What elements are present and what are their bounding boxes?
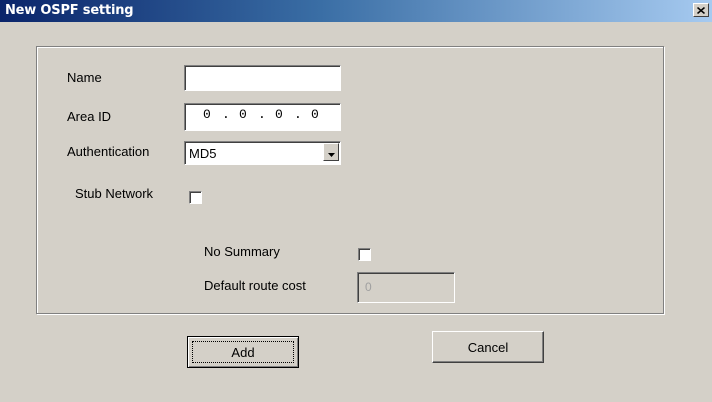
area-id-label: Area ID [67, 109, 112, 124]
area-id-dot: . [294, 107, 302, 122]
area-id-octet-2[interactable]: 0 [239, 107, 247, 122]
close-icon [697, 1, 705, 19]
dialog-window: New OSPF setting Name Area ID 0 . 0 . 0 … [0, 0, 712, 402]
area-id-octet-1[interactable]: 0 [203, 107, 211, 122]
authentication-value: MD5 [189, 146, 217, 161]
default-route-cost-label: Default route cost [204, 278, 306, 293]
authentication-label: Authentication [67, 144, 150, 159]
cancel-button-label: Cancel [467, 339, 509, 355]
area-id-octet-3[interactable]: 0 [275, 107, 283, 122]
default-route-cost-input[interactable]: 0 [357, 272, 455, 303]
area-id-octet-4[interactable]: 0 [311, 107, 319, 122]
name-input[interactable] [184, 65, 341, 91]
stub-network-checkbox[interactable] [189, 191, 202, 204]
stub-network-label: Stub Network [75, 186, 154, 201]
title-bar[interactable]: New OSPF setting [0, 0, 712, 22]
no-summary-label: No Summary [204, 244, 280, 259]
add-button-label: Add [231, 344, 255, 360]
add-button[interactable]: Add [187, 336, 299, 368]
close-button[interactable] [693, 3, 709, 17]
chevron-down-icon [327, 145, 335, 160]
authentication-dropdown-button[interactable] [323, 143, 339, 161]
area-id-dot: . [258, 107, 266, 122]
name-label: Name [67, 70, 102, 85]
authentication-select[interactable]: MD5 [184, 141, 341, 165]
cancel-button[interactable]: Cancel [432, 331, 544, 363]
settings-group [36, 46, 664, 314]
default-route-cost-value: 0 [365, 280, 372, 294]
area-id-input[interactable]: 0 . 0 . 0 . 0 [184, 103, 341, 131]
no-summary-checkbox[interactable] [358, 248, 371, 261]
window-title: New OSPF setting [5, 3, 134, 18]
area-id-dot: . [222, 107, 230, 122]
